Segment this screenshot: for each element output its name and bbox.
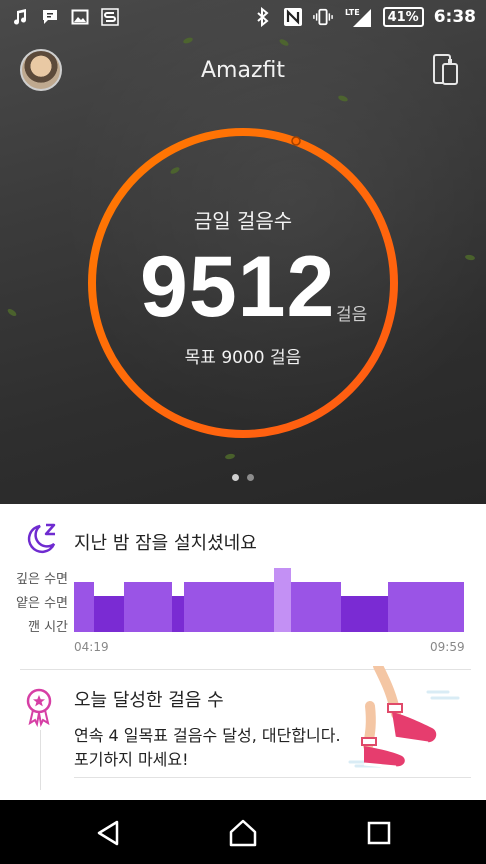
moon-sleep-icon: [27, 523, 56, 554]
sleep-segment-light: [388, 582, 464, 632]
recents-icon[interactable]: [364, 818, 394, 848]
sleep-segment-deep: [94, 596, 124, 632]
summary-cards: 지난 밤 잠을 설치셨네요 깊은 수면 얕은 수면 깬 시간 04:19 09:…: [0, 504, 486, 800]
page-indicator[interactable]: [0, 474, 486, 481]
page-dot-2[interactable]: [247, 474, 254, 481]
sleep-segment-awake: [274, 568, 291, 632]
award-ribbon-icon: [26, 688, 52, 727]
step-count: 9512: [140, 239, 336, 335]
sleep-level-awake: 깬 시간: [27, 620, 68, 635]
steps-hero[interactable]: LTE 41% 6:38 Amazfit 금일 걸음수 9512 걸음 목표 9…: [0, 0, 486, 504]
sleep-segment-light: [184, 582, 274, 632]
step-unit: 걸음: [336, 305, 368, 325]
sleep-segment-light: [291, 582, 341, 632]
sleep-segment-deep: [172, 596, 184, 632]
sleep-level-deep: 깊은 수면: [16, 572, 68, 587]
section-divider: [74, 777, 471, 778]
sleep-chart[interactable]: [74, 566, 464, 634]
page-dot-1[interactable]: [232, 474, 239, 481]
sleep-segment-deep: [341, 596, 388, 632]
back-icon[interactable]: [94, 818, 124, 848]
sleep-level-light: 얕은 수면: [16, 596, 68, 611]
achievement-description: 연속 4 일목표 걸음수 달성, 대단합니다. 포기하지 마세요!: [74, 726, 341, 769]
steps-label: 금일 걸음수: [193, 209, 293, 233]
sleep-end-time: 09:59: [430, 640, 465, 654]
step-goal: 목표 9000 걸음: [184, 348, 302, 368]
running-shoes-illustration: [348, 666, 460, 769]
sleep-segment-light: [74, 582, 94, 632]
sleep-start-time: 04:19: [74, 640, 109, 654]
sleep-title[interactable]: 지난 밤 잠을 설치셨네요: [74, 529, 257, 555]
timeline-line: [40, 730, 41, 790]
navigation-bar: [0, 800, 486, 864]
progress-ring-marker: [291, 136, 301, 146]
achievement-title[interactable]: 오늘 달성한 걸음 수: [74, 686, 224, 712]
sleep-segment-light: [124, 582, 172, 632]
home-icon[interactable]: [228, 818, 258, 848]
